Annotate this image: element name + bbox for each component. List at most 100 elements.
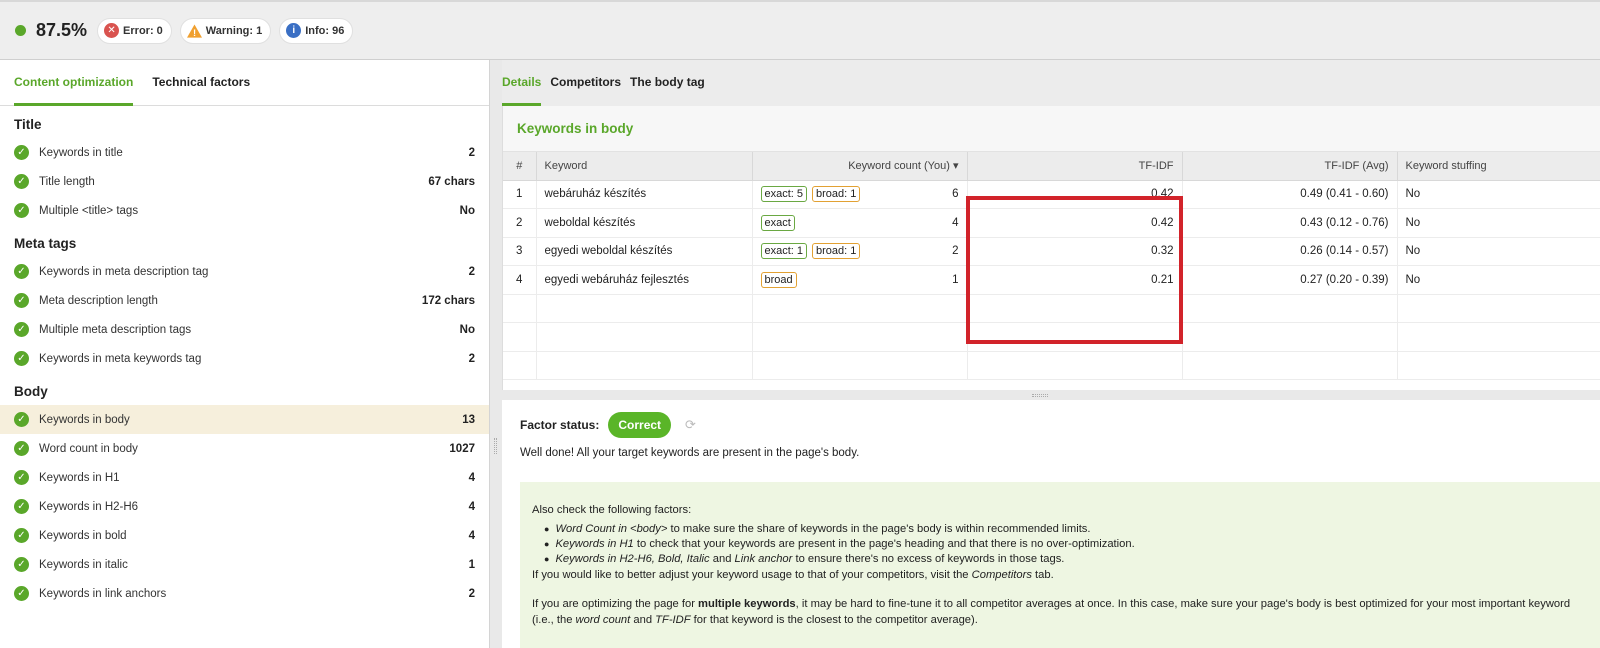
table-row[interactable]: 1 webáruház készítés exact: 5 broad: 1 6 0.42… xyxy=(503,180,1600,209)
factor-row[interactable]: ✓ Keywords in bold 4 xyxy=(0,521,489,550)
factor-value: No xyxy=(459,204,475,217)
keyword-count-value: 6 xyxy=(952,188,959,201)
factor-label: Keywords in meta description tag xyxy=(39,265,209,278)
col-header-tfidf-avg[interactable]: TF-IDF (Avg) xyxy=(1182,152,1398,181)
broad-match-tag: broad xyxy=(760,271,797,288)
col-header-num[interactable]: # xyxy=(503,152,537,181)
top-status-bar: 87.5% ✕ Error: 0 ! Warning: 1 i Info: 96 xyxy=(0,0,1600,60)
tab-technical-factors[interactable]: Technical factors xyxy=(152,60,250,106)
keyword-count-wrap: exact: 5 broad: 1 6 xyxy=(760,186,959,203)
tab-content-optimization[interactable]: Content optimization xyxy=(14,60,134,106)
tips-list: Word Count in <body> to make sure the sh… xyxy=(544,522,1588,567)
factor-row[interactable]: ✓ Keywords in body 13 xyxy=(0,405,489,434)
tfidf-cell: 0.21 xyxy=(967,265,1183,295)
empty-cell xyxy=(536,351,753,380)
empty-cell xyxy=(536,322,753,352)
list-item: Keywords in H1 to check that your keywor… xyxy=(544,537,1588,552)
col-header-keyword-stuffing[interactable]: Keyword stuffing xyxy=(1397,152,1600,181)
factor-list: Title ✓ Keywords in title 2 ✓ Title length 67 … xyxy=(0,110,489,608)
competitors-link[interactable]: Competitors xyxy=(972,569,1032,581)
factor-row[interactable]: ✓ Keywords in italic 1 xyxy=(0,550,489,579)
check-icon: ✓ xyxy=(14,412,29,427)
hint-text: for that keyword is the closest to the c… xyxy=(690,614,978,626)
tip-text: to check that your keywords are present … xyxy=(633,538,1135,550)
error-count-button[interactable]: ✕ Error: 0 xyxy=(97,17,172,44)
tab-body-tag[interactable]: The body tag xyxy=(630,60,705,106)
table-row[interactable]: 4 egyedi webáruház fejlesztés broad 1 0.21 0.… xyxy=(503,265,1600,295)
table-header-row: # Keyword Keyword count (You) ▾ TF-IDF T… xyxy=(503,152,1600,181)
status-message: Well done! All your target keywords are … xyxy=(520,447,860,459)
factor-row[interactable]: ✓ Keywords in meta keywords tag 2 xyxy=(0,344,489,373)
empty-cell xyxy=(1397,351,1600,380)
hint-text: If you are optimizing the page for xyxy=(532,598,699,610)
warning-count-button[interactable]: ! Warning: 1 xyxy=(179,17,272,44)
factor-value: No xyxy=(459,323,475,336)
refresh-icon[interactable]: ⟳ xyxy=(685,417,696,433)
splitter-grip-icon[interactable] xyxy=(494,438,497,454)
factor-row[interactable]: ✓ Keywords in link anchors 2 xyxy=(0,579,489,608)
factor-value: 4 xyxy=(468,529,475,542)
keyword-count-cell: exact: 1 broad: 1 2 xyxy=(752,237,968,266)
keyword-cell: egyedi webáruház fejlesztés xyxy=(536,265,753,295)
factor-row[interactable]: ✓ Keywords in H1 4 xyxy=(0,463,489,492)
row-number: 2 xyxy=(503,208,537,238)
horizontal-splitter[interactable] xyxy=(502,390,1600,400)
keyword-count-cell: broad 1 xyxy=(752,265,968,295)
row-number: 1 xyxy=(503,180,537,209)
keyword-count-value: 2 xyxy=(952,245,959,258)
section-title: Title xyxy=(14,117,42,132)
empty-table-row xyxy=(503,351,1600,380)
factor-row[interactable]: ✓ Multiple <title> tags No xyxy=(0,196,489,225)
broad-match-tag: broad: 1 xyxy=(812,186,861,203)
vertical-splitter[interactable] xyxy=(490,60,502,648)
tab-competitors[interactable]: Competitors xyxy=(550,60,621,106)
tip-link[interactable]: Keywords in H1 xyxy=(555,538,633,550)
factor-label: Meta description length xyxy=(39,294,158,307)
tfidf-cell: 0.42 xyxy=(967,208,1183,238)
factor-row[interactable]: ✓ Title length 67 chars xyxy=(0,167,489,196)
list-item: Word Count in <body> to make sure the sh… xyxy=(544,522,1588,537)
keyword-stuffing-cell: No xyxy=(1397,237,1600,266)
splitter-grip-icon[interactable] xyxy=(1032,394,1048,397)
factor-row[interactable]: ✓ Keywords in H2-H6 4 xyxy=(0,492,489,521)
also-check-heading: Also check the following factors: xyxy=(532,504,692,516)
info-icon: i xyxy=(286,23,302,38)
tip-link[interactable]: Keywords in H2-H6, Bold, Italic xyxy=(555,553,709,565)
col-header-keyword-count[interactable]: Keyword count (You) ▾ xyxy=(752,152,968,181)
multiple-keywords-hint: If you are optimizing the page for multi… xyxy=(532,596,1588,628)
factor-detail: Factor status: Correct ⟳ Well done! All … xyxy=(502,400,1600,648)
factor-row[interactable]: ✓ Meta description length 172 chars xyxy=(0,286,489,315)
list-item: Keywords in H2-H6, Bold, Italic and Link… xyxy=(544,552,1588,567)
tfidf-avg-cell: 0.43 (0.12 - 0.76) xyxy=(1182,208,1398,238)
factor-row[interactable]: ✓ Word count in body 1027 xyxy=(0,434,489,463)
warning-count-label: Warning: 1 xyxy=(205,24,263,37)
hint-em: word count xyxy=(575,614,631,626)
table-row[interactable]: 2 weboldal készítés exact 4 0.42 0.43 (0.12 -… xyxy=(503,208,1600,238)
factors-tabs: Content optimization Technical factors xyxy=(0,60,489,106)
keyword-count-wrap: broad 1 xyxy=(760,271,959,288)
tab-details[interactable]: Details xyxy=(502,60,542,106)
col-header-keyword[interactable]: Keyword xyxy=(536,152,753,181)
factor-value: 1 xyxy=(468,558,475,571)
tip-text: and xyxy=(709,553,735,565)
empty-cell xyxy=(503,294,537,323)
factor-row[interactable]: ✓ Keywords in title 2 xyxy=(0,138,489,167)
info-count-button[interactable]: i Info: 96 xyxy=(279,17,354,44)
section-title: Meta tags xyxy=(14,236,77,251)
keywords-in-body-panel: Keywords in body # Keyword Keyword count… xyxy=(502,106,1600,390)
factor-row[interactable]: ✓ Multiple meta description tags No xyxy=(0,315,489,344)
factor-value: 1027 xyxy=(449,442,475,455)
broad-match-tag: broad: 1 xyxy=(812,243,861,260)
panel-title: Keywords in body xyxy=(503,106,1600,152)
tip-link[interactable]: Link anchor xyxy=(735,553,793,565)
tip-link[interactable]: Word Count in <body> xyxy=(555,523,667,535)
empty-cell xyxy=(1182,322,1398,352)
factor-row[interactable]: ✓ Keywords in meta description tag 2 xyxy=(0,257,489,286)
factor-value: 67 chars xyxy=(428,175,475,188)
col-header-tfidf[interactable]: TF-IDF xyxy=(967,152,1183,181)
empty-cell xyxy=(1397,322,1600,352)
table-row[interactable]: 3 egyedi weboldal készítés exact: 1 broad: … xyxy=(503,237,1600,266)
hint-bold: multiple keywords xyxy=(698,598,796,610)
empty-cell xyxy=(1182,351,1398,380)
keyword-count-wrap: exact 4 xyxy=(760,214,959,231)
